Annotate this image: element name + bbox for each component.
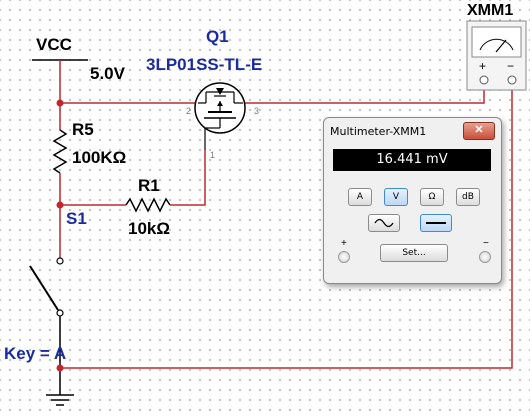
junction-dot [56, 364, 64, 372]
terminal-minus-jack[interactable] [479, 251, 491, 263]
q1-part-label: 3LP01SS-TL-E [146, 55, 263, 74]
mode-volt-button[interactable]: V [384, 188, 408, 206]
dc-mode-button[interactable] [420, 214, 452, 232]
r5-value-label: 100KΩ [72, 148, 127, 167]
switch-blade[interactable] [29, 265, 59, 311]
r5-ref-label: R5 [72, 120, 94, 139]
vcc-label: VCC [36, 35, 72, 54]
terminal-minus-label: − [483, 238, 489, 249]
multimeter-window[interactable]: Multimeter-XMM1 ✕ 16.441 mV A V Ω dB Set… [323, 117, 502, 284]
q1-pin-2-label: 2 [186, 106, 192, 116]
mode-ampere-button[interactable]: A [348, 188, 372, 206]
mosfet-q1-symbol[interactable] [194, 82, 246, 150]
ac-mode-button[interactable] [368, 214, 400, 232]
r1-ref-label: R1 [138, 176, 160, 195]
q1-ref-label: Q1 [206, 27, 229, 46]
mode-ohm-button[interactable]: Ω [420, 188, 444, 206]
r1-value-label: 10kΩ [128, 219, 170, 238]
resistor-r5-symbol [52, 129, 68, 174]
close-button[interactable]: ✕ [463, 122, 495, 140]
settings-button[interactable]: Set... [380, 244, 448, 262]
wire-q1-meter-plus [243, 83, 485, 104]
multimeter-xmm1-symbol[interactable] [466, 20, 527, 91]
switch-key-label: Key = A [4, 344, 67, 363]
switch-terminal-bottom [56, 309, 64, 317]
q1-pin-3-label: 3 [254, 106, 260, 116]
resistor-r1-symbol [125, 197, 171, 213]
meter-reading-display: 16.441 mV [333, 149, 491, 171]
vcc-value: 5.0V [90, 64, 125, 83]
sine-wave-icon [374, 218, 394, 228]
terminal-plus-label: + [341, 238, 347, 249]
dc-line-icon [426, 222, 446, 224]
junction-dot [56, 99, 64, 107]
xmm1-ref-label: XMM1 [467, 2, 514, 19]
meter-minus-label: − [507, 59, 515, 73]
s1-ref-label: S1 [66, 209, 87, 228]
wire-r1-q1-gate [170, 150, 206, 206]
multimeter-window-title: Multimeter-XMM1 [330, 125, 427, 138]
junction-dot [56, 201, 64, 209]
mode-db-button[interactable]: dB [456, 188, 480, 206]
q1-pin-1-label: 1 [210, 150, 216, 160]
switch-terminal-top [56, 257, 64, 265]
meter-plus-label: + [479, 59, 487, 73]
terminal-plus-jack[interactable] [338, 251, 350, 263]
